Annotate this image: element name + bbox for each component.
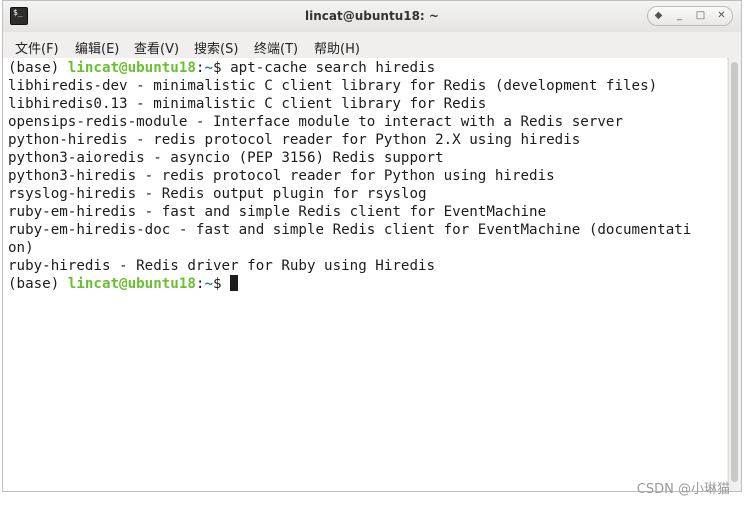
prompt-path: ~ [204,60,214,76]
text-cursor[interactable] [230,275,239,291]
prompt-symbol: $ [213,276,231,292]
close-icon[interactable]: ✕ [714,9,730,23]
pin-icon[interactable]: ◆ [651,9,667,23]
maximize-icon[interactable]: □ [693,9,709,23]
window-title: lincat@ubuntu18: ~ [305,9,439,23]
output-line: ruby-hiredis - Redis driver for Ruby usi… [8,258,436,274]
window-controls: ◆ _ □ ✕ [647,6,733,26]
prompt-env: (base) [8,276,68,292]
terminal-window: $_ lincat@ubuntu18: ~ ◆ _ □ ✕ 文件(F) 编辑(E… [2,0,742,492]
command-line: (base) lincat@ubuntu18:~$ apt-cache sear… [8,59,435,77]
prompt-symbol: $ [213,60,231,76]
command-text: apt-cache search hiredis [230,60,436,76]
output-line: opensips-redis-module - Interface module… [8,114,623,130]
output-line: ruby-em-hiredis-doc - fast and simple Re… [8,222,692,238]
vertical-scrollbar[interactable] [728,58,741,491]
output-line: libhiredis0.13 - minimalistic C client l… [8,96,487,112]
watermark: CSDN @小琳猫 [636,482,730,497]
menu-view[interactable]: 查看(V) [134,38,179,57]
menu-search[interactable]: 搜索(S) [194,38,238,57]
menu-bar: 文件(F) 编辑(E) 查看(V) 搜索(S) 终端(T) 帮助(H) [3,32,741,59]
output-line: rsyslog-hiredis - Redis output plugin fo… [8,186,427,202]
active-prompt-line: (base) lincat@ubuntu18:~$ [8,275,239,293]
output-line: libhiredis-dev - minimalistic C client l… [8,78,658,94]
menu-edit[interactable]: 编辑(E) [75,38,119,57]
output-line: ruby-em-hiredis - fast and simple Redis … [8,204,547,220]
prompt-user: lincat@ubuntu18 [67,276,196,292]
terminal-output[interactable]: (base) lincat@ubuntu18:~$ apt-cache sear… [3,58,727,491]
scrollbar-thumb[interactable] [731,62,738,482]
output-line: on) [8,240,34,256]
prompt-user: lincat@ubuntu18 [67,60,196,76]
output-line: python3-aioredis - asyncio (PEP 3156) Re… [8,150,444,166]
minimize-icon[interactable]: _ [672,9,688,23]
output-line: python-hiredis - redis protocol reader f… [8,132,581,148]
menu-file[interactable]: 文件(F) [15,38,59,57]
menu-terminal[interactable]: 终端(T) [254,38,298,57]
output-line: python3-hiredis - redis protocol reader … [8,168,555,184]
prompt-path: ~ [204,276,214,292]
menu-help[interactable]: 帮助(H) [314,38,360,57]
prompt-env: (base) [8,60,68,76]
title-bar[interactable]: $_ lincat@ubuntu18: ~ ◆ _ □ ✕ [3,1,741,33]
